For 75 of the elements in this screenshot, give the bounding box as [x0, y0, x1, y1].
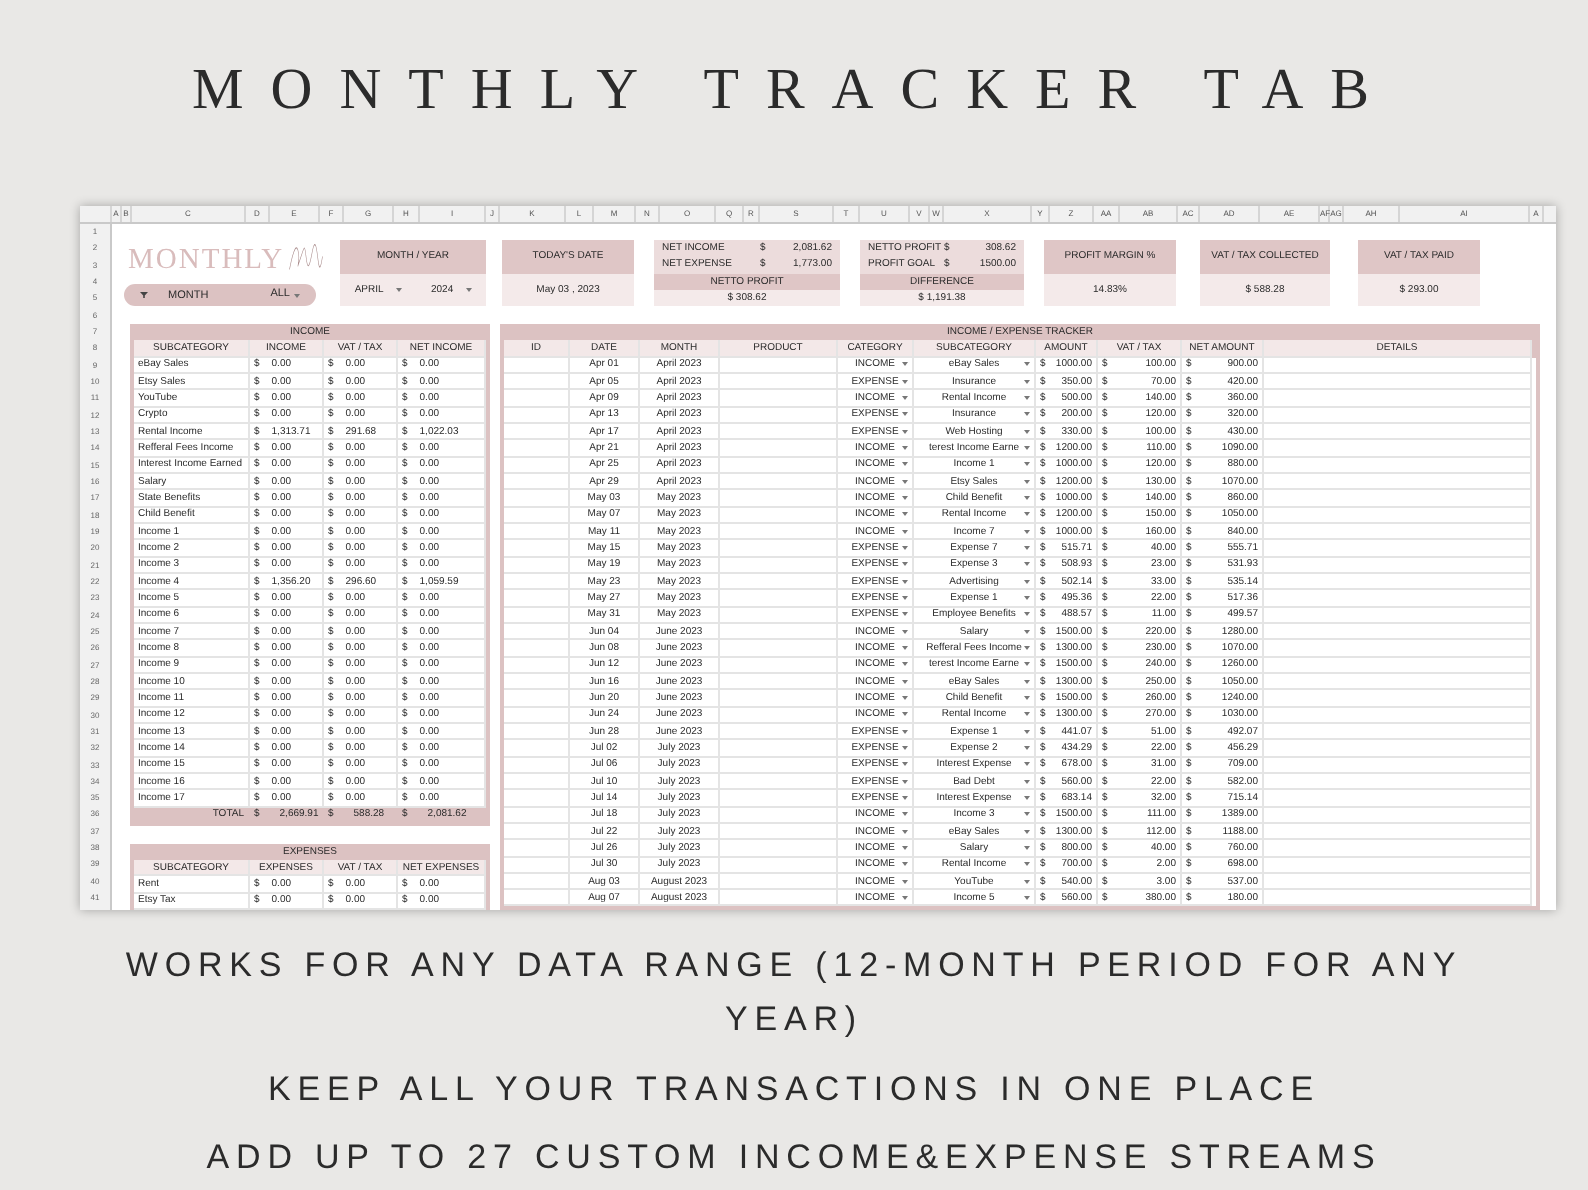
- caret-icon: [1024, 362, 1030, 367]
- caret-icon: [1024, 829, 1030, 834]
- caret-icon: [395, 287, 402, 292]
- caret-icon: [902, 512, 908, 517]
- caret-icon: [1024, 862, 1030, 867]
- caret-icon: [1024, 595, 1030, 600]
- caret-icon: [902, 662, 908, 667]
- caret-icon: [902, 529, 908, 534]
- caret-icon: [902, 545, 908, 550]
- caret-icon: [902, 579, 908, 584]
- caret-icon: [1024, 529, 1030, 534]
- caret-icon: [902, 729, 908, 734]
- caret-icon: [902, 745, 908, 750]
- caret-icon: [1024, 545, 1030, 550]
- filter-icon[interactable]: [140, 291, 148, 299]
- caret-icon: [1024, 445, 1030, 450]
- caption-text: KEEP ALL YOUR TRANSACTIONS IN ONE PLACE: [266, 1068, 1322, 1112]
- caret-icon: [1024, 612, 1030, 617]
- caret-icon: [902, 862, 908, 867]
- caret-icon: [902, 395, 908, 400]
- caret-icon: [1024, 795, 1030, 800]
- caret-icon: [902, 779, 908, 784]
- caret-icon: [902, 845, 908, 850]
- caret-icon: [1024, 395, 1030, 400]
- caret-icon: [902, 612, 908, 617]
- caret-icon: [1024, 629, 1030, 634]
- caret-icon: [1024, 379, 1030, 384]
- caret-icon: [902, 429, 908, 434]
- caret-icon: [902, 762, 908, 767]
- caret-icon: [1024, 679, 1030, 684]
- caret-icon: [902, 879, 908, 883]
- caret-icon: [1024, 779, 1030, 784]
- caption-text: ADD UP TO 27 CUSTOM INCOME&EXPENSE STREAMS: [204, 1136, 1384, 1180]
- caret-icon: [902, 695, 908, 700]
- caret-icon: [902, 495, 908, 500]
- caret-icon: [1024, 812, 1030, 817]
- caret-icon: [1024, 462, 1030, 467]
- caret-icon: [902, 362, 908, 367]
- logo-text: MONTHLY: [128, 242, 285, 280]
- caret-icon: [1024, 745, 1030, 750]
- caret-icon: [1024, 412, 1030, 417]
- caret-icon: [902, 379, 908, 384]
- caret-icon: [1024, 695, 1030, 700]
- caret-icon: [902, 562, 908, 567]
- caret-icon: [1024, 845, 1030, 850]
- caret-icon: [294, 293, 300, 297]
- caret-icon: [1024, 512, 1030, 517]
- caret-icon: [902, 679, 908, 684]
- caret-icon: [1024, 562, 1030, 567]
- caret-icon: [902, 795, 908, 800]
- caret-icon: [1024, 429, 1030, 434]
- caret-icon: [1024, 762, 1030, 767]
- caret-icon: [1024, 579, 1030, 584]
- caret-icon: [1024, 712, 1030, 717]
- caret-icon: [902, 712, 908, 717]
- caption-text: WORKS FOR ANY DATA RANGE (12-MONTH PERIOD FOR ANY YEAR): [123, 944, 1465, 1042]
- caret-icon: [902, 629, 908, 634]
- caret-icon: [902, 445, 908, 450]
- caret-icon: [902, 595, 908, 600]
- caret-icon: [465, 287, 472, 292]
- caret-icon: [902, 829, 908, 834]
- caret-icon: [1024, 645, 1030, 650]
- caret-icon: [902, 645, 908, 650]
- caret-icon: [902, 462, 908, 467]
- caret-icon: [1024, 729, 1030, 734]
- caret-icon: [1024, 479, 1030, 484]
- page-title: MONTHLY TRACKER TAB: [190, 56, 1398, 126]
- caret-icon: [1024, 662, 1030, 667]
- caret-icon: [902, 479, 908, 484]
- caret-icon: [902, 412, 908, 417]
- caret-icon: [1024, 495, 1030, 500]
- caret-icon: [902, 812, 908, 817]
- caret-icon: [1024, 895, 1030, 900]
- caret-icon: [1024, 879, 1030, 883]
- caret-icon: [902, 895, 908, 900]
